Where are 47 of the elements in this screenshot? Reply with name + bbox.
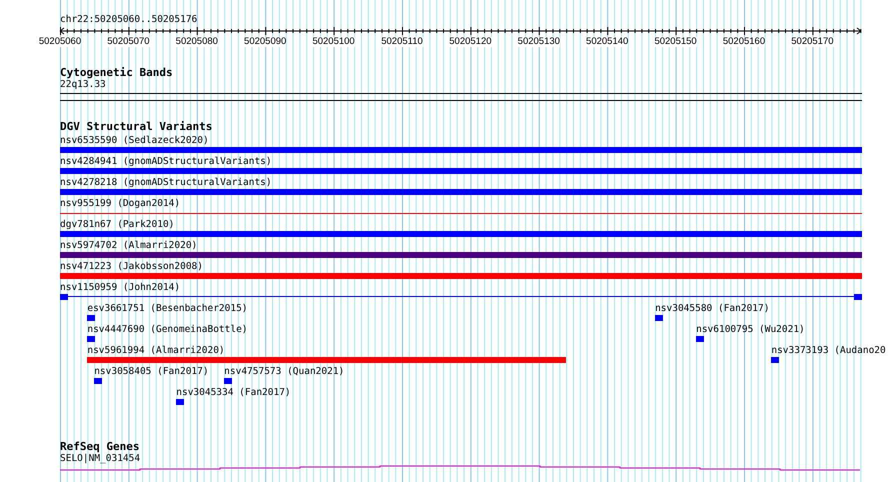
- gene-line-drawing[interactable]: [60, 465, 862, 471]
- variant-box[interactable]: [94, 378, 102, 384]
- variant-box[interactable]: [771, 357, 780, 363]
- ruler-tick-label: 50205140: [586, 37, 628, 47]
- variant-label: nsv471223 (Jakobsson2008): [60, 261, 204, 273]
- variant-label: nsv3045580 (Fan2017): [655, 303, 770, 315]
- variant-label: nsv4447690 (GenomeinaBottle): [87, 324, 248, 336]
- variant-box[interactable]: [176, 399, 184, 405]
- ruler-tick-label: 50205070: [107, 37, 150, 47]
- variant-span-drawing[interactable]: [60, 294, 862, 300]
- variant-box[interactable]: [87, 336, 96, 342]
- variant-label: nsv5961994 (Almarri2020): [87, 345, 226, 357]
- ruler-tick-label: 50205100: [312, 37, 355, 47]
- ruler-tick-label: 50205120: [449, 37, 492, 47]
- variant-label: nsv3373193 (Audano20: [771, 345, 886, 357]
- variant-box[interactable]: [655, 315, 664, 321]
- variant-label: nsv5974702 (Almarri2020): [60, 240, 198, 252]
- variant-label: dgv781n67 (Park2010): [60, 219, 176, 231]
- variant-label: esv3661751 (Besenbacher2015): [87, 303, 248, 315]
- variant-label: nsv4757573 (Quan2021): [224, 366, 344, 378]
- ruler-tick-label: 50205160: [722, 37, 766, 47]
- variant-label: nsv6535590 (Sedlazeck2020): [60, 135, 210, 147]
- track-title: Cytogenetic Bands: [60, 67, 173, 79]
- band-label: 22q13.33: [60, 79, 106, 91]
- variant-line[interactable]: [60, 212, 862, 214]
- band-bar[interactable]: [60, 93, 862, 101]
- ruler-tick-label: 50205060: [38, 37, 82, 47]
- ruler-tick-label: 50205090: [244, 37, 286, 47]
- ruler-tick-label: 50205080: [176, 37, 218, 47]
- variant-label: nsv6100795 (Wu2021): [696, 324, 805, 336]
- variant-label: nsv955199 (Dogan2014): [60, 198, 182, 210]
- ruler-tick-label: 50205110: [381, 37, 423, 47]
- variant-box[interactable]: [87, 315, 96, 321]
- variant-label: nsv1150959 (John2014): [60, 282, 182, 294]
- ruler-tick-label: 50205170: [791, 37, 834, 47]
- gene-label: SELO|NM_031454: [60, 453, 140, 465]
- ruler-tick-label: 50205130: [518, 37, 560, 47]
- track-title: DGV Structural Variants: [60, 121, 212, 133]
- variant-label: nsv4284941 (gnomADStructuralVariants): [60, 156, 273, 168]
- track-title: RefSeq Genes: [60, 441, 140, 453]
- variant-box[interactable]: [696, 336, 704, 342]
- location-label: chr22:50205060..50205176: [60, 14, 198, 26]
- variant-box[interactable]: [224, 378, 232, 384]
- variant-label: nsv4278218 (gnomADStructuralVariants): [60, 177, 273, 189]
- ruler-tick-label: 50205150: [654, 37, 697, 47]
- variant-label: nsv3045334 (Fan2017): [176, 387, 291, 399]
- variant-label: nsv3058405 (Fan2017): [94, 366, 209, 378]
